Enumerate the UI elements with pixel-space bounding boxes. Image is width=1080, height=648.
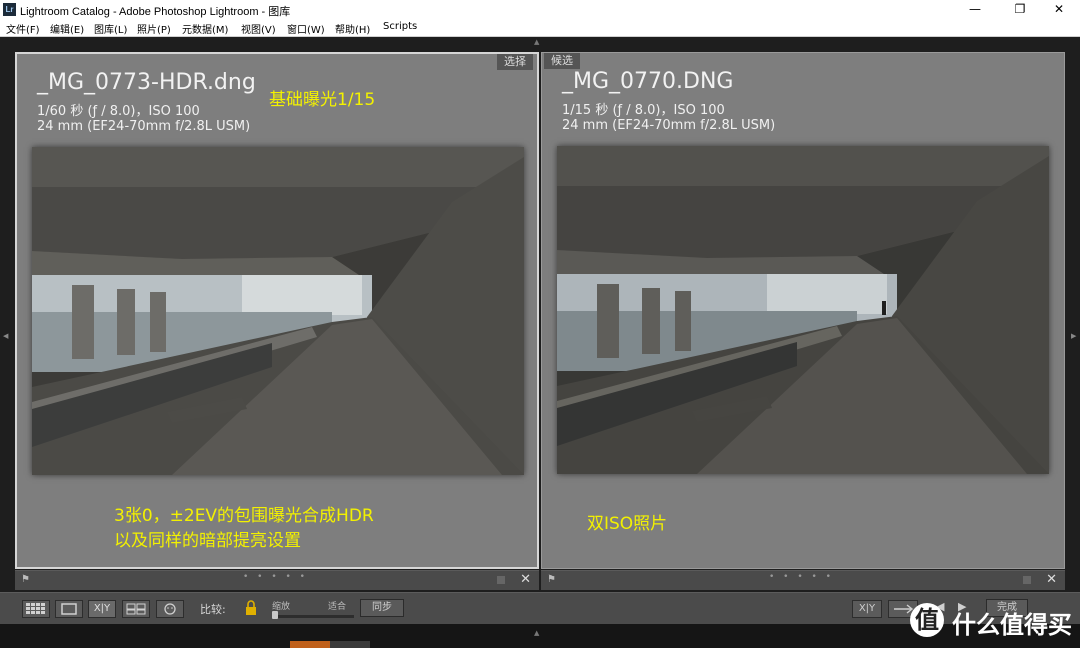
maximize-button[interactable]: ❐: [1003, 0, 1037, 19]
menu-window[interactable]: 窗口(W): [287, 21, 325, 36]
menu-edit[interactable]: 编辑(E): [50, 21, 84, 36]
close-icon[interactable]: ✕: [1046, 572, 1057, 587]
menu-library[interactable]: 图库(L): [94, 21, 127, 36]
face-icon: [164, 603, 176, 615]
close-window-button[interactable]: ✕: [1042, 0, 1076, 19]
candidate-exposure-info: 1/15 秒 (ƒ / 8.0)，ISO 100: [562, 103, 725, 118]
title-bar: Lr Lightroom Catalog - Adobe Photoshop L…: [0, 0, 1080, 19]
survey-view-button[interactable]: [122, 600, 150, 618]
lock-icon[interactable]: [244, 599, 258, 617]
flag-icon[interactable]: ⚑: [21, 574, 30, 585]
candidate-panel-bar: ⚑ • • • • • ✕: [541, 570, 1065, 590]
select-photo-panel[interactable]: 选择 _MG_0773-HDR.dng 1/60 秒 (ƒ / 8.0)，ISO…: [15, 52, 539, 569]
watermark-text: 什么值得买: [952, 611, 1072, 639]
people-view-button[interactable]: [156, 600, 184, 618]
watermark-logo-icon: 值: [910, 603, 944, 637]
select-filename: _MG_0773-HDR.dng: [37, 70, 256, 95]
select-exposure-info: 1/60 秒 (ƒ / 8.0)，ISO 100: [37, 104, 200, 119]
bottom-panel-toggle-icon[interactable]: ▲: [534, 629, 539, 637]
annotation-hdr-line1: 3张0，±2EV的包围曝光合成HDR: [114, 506, 374, 526]
rating-dots[interactable]: • • • • •: [243, 572, 308, 582]
loupe-icon: [61, 603, 77, 615]
minimize-button[interactable]: —: [958, 0, 992, 19]
compare-view-button[interactable]: X|Y: [88, 600, 116, 618]
annotation-base-exposure: 基础曝光1/15: [269, 90, 376, 110]
smzdm-watermark: 值 什么值得买: [910, 601, 1080, 641]
window-title: Lightroom Catalog - Adobe Photoshop Ligh…: [20, 6, 291, 18]
grid-view-button[interactable]: [22, 600, 50, 618]
fit-label: 适合: [328, 602, 347, 612]
grid-icon: [26, 603, 45, 614]
swap-button[interactable]: X|Y: [852, 600, 882, 618]
annotation-dual-iso: 双ISO照片: [587, 514, 668, 534]
color-label-icon[interactable]: [497, 576, 505, 584]
survey-icon: [126, 603, 146, 615]
annotation-hdr-line2: 以及同样的暗部提亮设置: [114, 531, 301, 551]
select-photo-image[interactable]: [32, 147, 524, 475]
left-panel-toggle-icon[interactable]: ◀: [3, 332, 8, 340]
menu-help[interactable]: 帮助(H): [335, 21, 370, 36]
candidate-tag: 候选: [544, 53, 580, 69]
candidate-photo-panel[interactable]: 候选 _MG_0770.DNG 1/15 秒 (ƒ / 8.0)，ISO 100…: [541, 52, 1065, 569]
rating-dots[interactable]: • • • • •: [769, 572, 834, 582]
menu-photo[interactable]: 照片(P): [137, 21, 171, 36]
right-panel-toggle-icon[interactable]: ▶: [1071, 332, 1076, 340]
filmstrip-thumb-active[interactable]: [290, 641, 330, 648]
select-panel-bar: ⚑ • • • • • ✕: [15, 570, 539, 590]
flag-icon[interactable]: ⚑: [547, 574, 556, 585]
color-label-icon[interactable]: [1023, 576, 1031, 584]
menu-file[interactable]: 文件(F): [6, 21, 40, 36]
select-lens-info: 24 mm (EF24-70mm f/2.8L USM): [37, 119, 251, 134]
candidate-lens-info: 24 mm (EF24-70mm f/2.8L USM): [562, 118, 776, 133]
top-panel-toggle-icon[interactable]: ▲: [534, 38, 539, 46]
filmstrip-thumb[interactable]: [330, 641, 370, 648]
zoom-slider-handle[interactable]: [272, 611, 278, 619]
sync-button[interactable]: 同步: [360, 599, 404, 617]
menu-view[interactable]: 视图(V): [241, 21, 276, 36]
menu-metadata[interactable]: 元数据(M): [182, 21, 228, 36]
select-tag: 选择: [497, 54, 533, 70]
compare-label: 比较:: [200, 603, 226, 616]
candidate-filename: _MG_0770.DNG: [562, 69, 734, 94]
menu-bar: 文件(F) 编辑(E) 图库(L) 照片(P) 元数据(M) 视图(V) 窗口(…: [0, 19, 1080, 37]
zoom-slider[interactable]: [272, 611, 354, 619]
menu-scripts[interactable]: Scripts: [383, 21, 417, 32]
candidate-photo-image[interactable]: [557, 146, 1049, 474]
loupe-view-button[interactable]: [55, 600, 83, 618]
lightroom-app-icon: Lr: [3, 3, 16, 16]
close-icon[interactable]: ✕: [520, 572, 531, 587]
